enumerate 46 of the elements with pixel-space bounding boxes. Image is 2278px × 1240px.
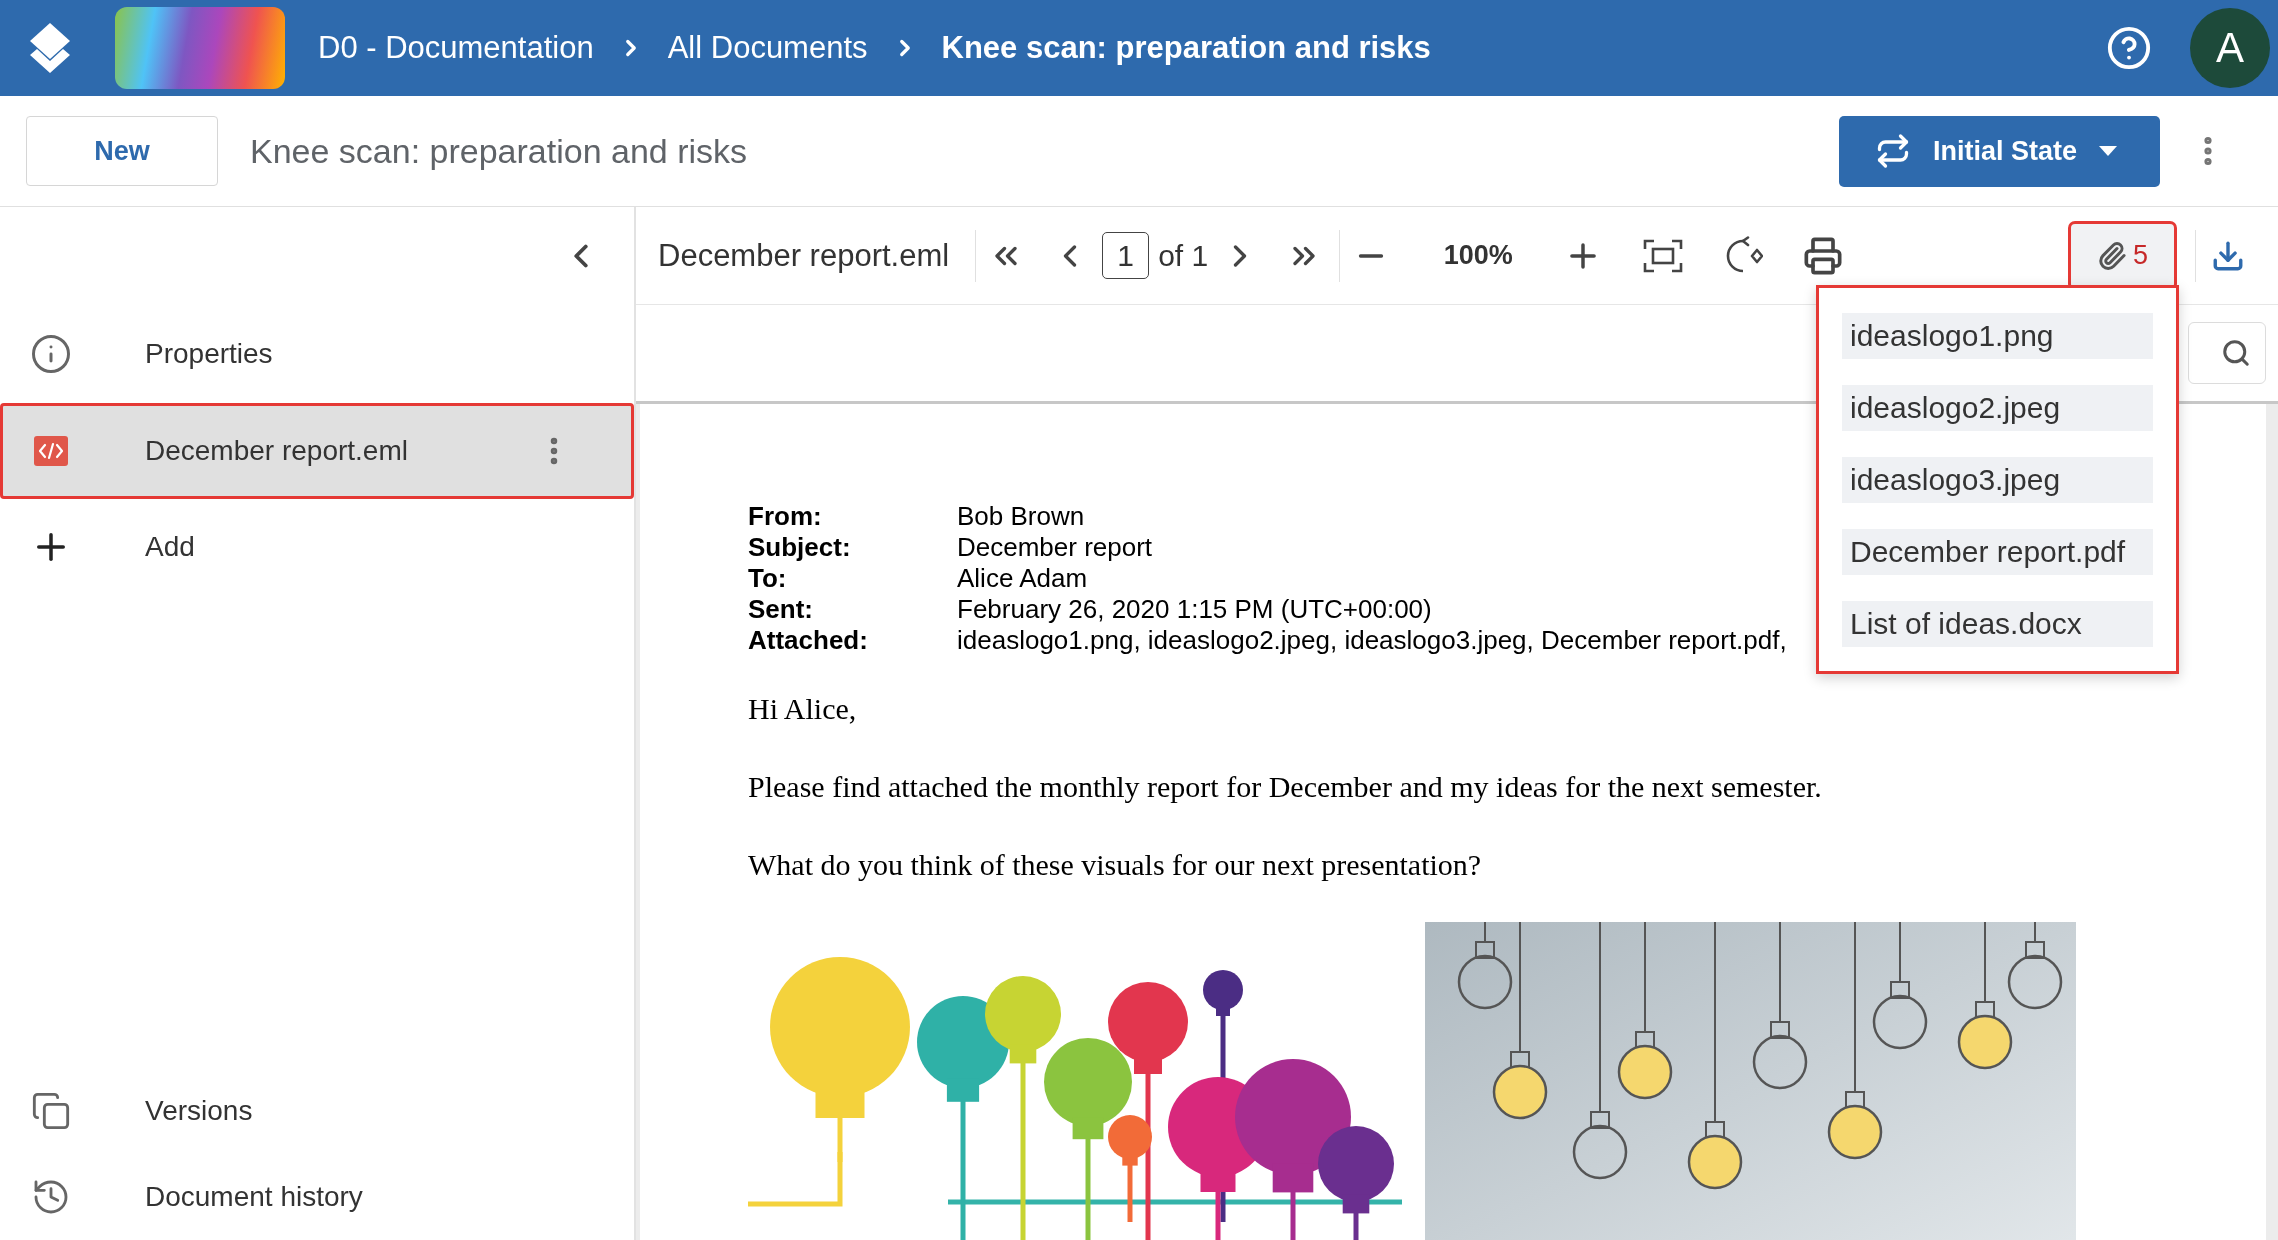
email-field-label: Attached: [748, 625, 869, 656]
email-field-value: ideaslogo1.png, ideaslogo2.jpeg, ideaslogo3.jpeg, December report.pdf, [957, 625, 1787, 656]
email-field-value: February 26, 2020 1:15 PM (UTC+00:00) [957, 594, 1433, 625]
file-name: December report.eml [658, 237, 950, 274]
attachment-item[interactable]: List of ideas.docx [1842, 601, 2153, 647]
new-button[interactable]: New [26, 116, 218, 186]
breadcrumb-link[interactable]: D0 - Documentation [318, 30, 594, 66]
fit-page-icon[interactable] [1643, 238, 1684, 273]
email-field-label: From: [748, 501, 823, 532]
zoom-level: 100% [1443, 240, 1513, 271]
search-field[interactable] [2188, 322, 2266, 384]
code-file-icon [34, 436, 68, 466]
breadcrumb-link[interactable]: All Documents [667, 30, 868, 66]
help-icon[interactable] [2106, 25, 2152, 71]
printer-icon[interactable] [1803, 235, 1844, 276]
stacked-pages-icon [31, 1091, 71, 1131]
state-button[interactable]: Initial State [1839, 115, 2160, 187]
caret-down-icon [2099, 146, 2118, 156]
breadcrumb-current: Knee scan: preparation and risks [941, 30, 1431, 66]
attachment-item[interactable]: ideaslogo2.jpeg [1842, 385, 2153, 431]
sidebar-item[interactable]: Add [0, 499, 634, 595]
email-field-value: December report [957, 532, 1154, 563]
document-title: Knee scan: preparation and risks [250, 131, 748, 171]
paperclip-icon [2097, 240, 2127, 271]
email-field-value: Alice Adam [957, 563, 1089, 594]
email-paragraph: Please find attached the monthly report for December and my ideas for the next semester. [748, 769, 1822, 805]
sidebar-item[interactable]: December report.eml [0, 403, 634, 499]
email-field-value: Bob Brown [957, 501, 1086, 532]
email-field-label: To: [748, 563, 788, 594]
search-icon[interactable] [2221, 338, 2251, 368]
repeat-icon [1875, 133, 1911, 169]
avatar[interactable]: A [2190, 8, 2270, 88]
email-field-label: Sent: [748, 594, 814, 625]
page-input[interactable]: 1 [1102, 232, 1150, 279]
attachment-item[interactable]: ideaslogo3.jpeg [1842, 457, 2153, 503]
page-count: of 1 [1158, 238, 1209, 273]
sidebar-item[interactable]: Document history [0, 1154, 634, 1240]
attachment-item[interactable]: ideaslogo1.png [1842, 313, 2153, 359]
email-field-label: Subject: [748, 532, 852, 563]
logo-icon[interactable] [28, 23, 72, 73]
email-paragraph: What do you think of these visuals for our next presentation? [748, 847, 1482, 883]
sidebar-item[interactable]: Versions [0, 1068, 634, 1154]
sidebar-item[interactable]: Properties [0, 305, 634, 403]
email-paragraph: Hi Alice, [748, 691, 857, 727]
attachment-item[interactable]: December report.pdf [1842, 529, 2153, 575]
info-icon [30, 333, 72, 375]
